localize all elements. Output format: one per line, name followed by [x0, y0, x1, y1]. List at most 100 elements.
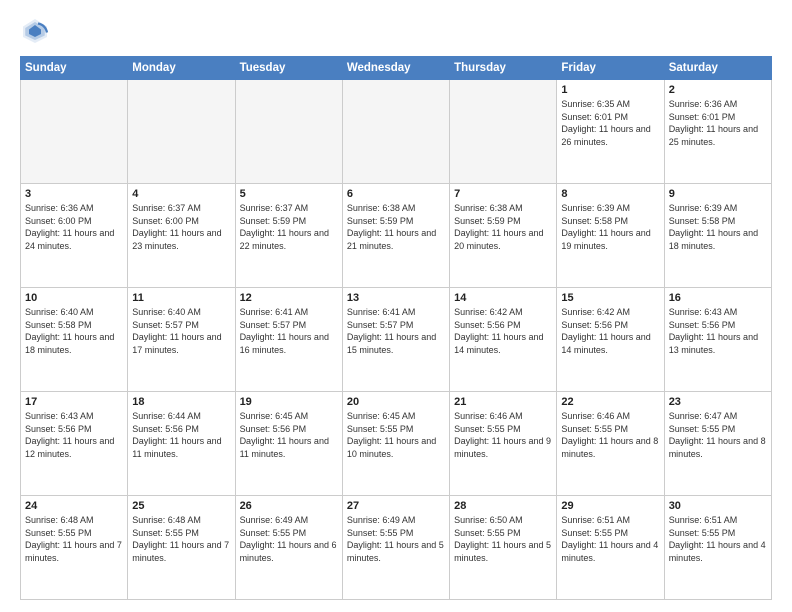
- calendar-day-cell: 24 Sunrise: 6:48 AM Sunset: 5:55 PM Dayli…: [21, 496, 128, 600]
- day-number: 19: [240, 396, 338, 408]
- day-number: 12: [240, 292, 338, 304]
- day-info: Sunrise: 6:42 AM Sunset: 5:56 PM Dayligh…: [454, 306, 552, 356]
- day-info: Sunrise: 6:43 AM Sunset: 5:56 PM Dayligh…: [669, 306, 767, 356]
- day-number: 22: [561, 396, 659, 408]
- calendar-day-cell: 2 Sunrise: 6:36 AM Sunset: 6:01 PM Daylig…: [664, 80, 771, 184]
- day-number: 10: [25, 292, 123, 304]
- day-info: Sunrise: 6:46 AM Sunset: 5:55 PM Dayligh…: [454, 410, 552, 460]
- logo: [20, 16, 54, 46]
- day-number: 29: [561, 500, 659, 512]
- day-info: Sunrise: 6:51 AM Sunset: 5:55 PM Dayligh…: [669, 514, 767, 564]
- calendar-day-cell: [342, 80, 449, 184]
- day-number: 25: [132, 500, 230, 512]
- calendar-day-cell: 16 Sunrise: 6:43 AM Sunset: 5:56 PM Dayli…: [664, 288, 771, 392]
- day-info: Sunrise: 6:48 AM Sunset: 5:55 PM Dayligh…: [25, 514, 123, 564]
- calendar-week-row: 3 Sunrise: 6:36 AM Sunset: 6:00 PM Daylig…: [21, 184, 772, 288]
- calendar-day-cell: 11 Sunrise: 6:40 AM Sunset: 5:57 PM Dayli…: [128, 288, 235, 392]
- page: SundayMondayTuesdayWednesdayThursdayFrid…: [0, 0, 792, 612]
- calendar-day-cell: 27 Sunrise: 6:49 AM Sunset: 5:55 PM Dayli…: [342, 496, 449, 600]
- calendar-day-cell: 23 Sunrise: 6:47 AM Sunset: 5:55 PM Dayli…: [664, 392, 771, 496]
- calendar-table: SundayMondayTuesdayWednesdayThursdayFrid…: [20, 56, 772, 600]
- day-number: 9: [669, 188, 767, 200]
- day-number: 26: [240, 500, 338, 512]
- day-info: Sunrise: 6:44 AM Sunset: 5:56 PM Dayligh…: [132, 410, 230, 460]
- day-number: 21: [454, 396, 552, 408]
- day-info: Sunrise: 6:51 AM Sunset: 5:55 PM Dayligh…: [561, 514, 659, 564]
- calendar-day-cell: 13 Sunrise: 6:41 AM Sunset: 5:57 PM Dayli…: [342, 288, 449, 392]
- calendar-day-cell: 29 Sunrise: 6:51 AM Sunset: 5:55 PM Dayli…: [557, 496, 664, 600]
- calendar-day-cell: 30 Sunrise: 6:51 AM Sunset: 5:55 PM Dayli…: [664, 496, 771, 600]
- day-number: 6: [347, 188, 445, 200]
- day-number: 3: [25, 188, 123, 200]
- calendar-day-cell: 20 Sunrise: 6:45 AM Sunset: 5:55 PM Dayli…: [342, 392, 449, 496]
- day-number: 7: [454, 188, 552, 200]
- day-of-week-header: Thursday: [450, 57, 557, 80]
- day-number: 17: [25, 396, 123, 408]
- calendar-day-cell: 19Sunrise: 6:45 AM Sunset: 5:56 PM Dayli…: [235, 392, 342, 496]
- header: [20, 16, 772, 46]
- day-number: 18: [132, 396, 230, 408]
- day-number: 1: [561, 84, 659, 96]
- day-info: Sunrise: 6:39 AM Sunset: 5:58 PM Dayligh…: [669, 202, 767, 252]
- calendar-day-cell: [450, 80, 557, 184]
- calendar-day-cell: 26Sunrise: 6:49 AM Sunset: 5:55 PM Dayli…: [235, 496, 342, 600]
- calendar-week-row: 17 Sunrise: 6:43 AM Sunset: 5:56 PM Dayli…: [21, 392, 772, 496]
- day-info: Sunrise: 6:36 AM Sunset: 6:01 PM Dayligh…: [669, 98, 767, 148]
- calendar-day-cell: 15 Sunrise: 6:42 AM Sunset: 5:56 PM Dayli…: [557, 288, 664, 392]
- calendar-day-cell: 4Sunrise: 6:37 AM Sunset: 6:00 PM Daylig…: [128, 184, 235, 288]
- day-number: 2: [669, 84, 767, 96]
- calendar-day-cell: 1 Sunrise: 6:35 AM Sunset: 6:01 PM Daylig…: [557, 80, 664, 184]
- day-number: 20: [347, 396, 445, 408]
- day-info: Sunrise: 6:40 AM Sunset: 5:58 PM Dayligh…: [25, 306, 123, 356]
- day-number: 14: [454, 292, 552, 304]
- calendar-day-cell: [21, 80, 128, 184]
- day-info: Sunrise: 6:45 AM Sunset: 5:55 PM Dayligh…: [347, 410, 445, 460]
- day-info: Sunrise: 6:41 AM Sunset: 5:57 PM Dayligh…: [347, 306, 445, 356]
- day-info: Sunrise: 6:47 AM Sunset: 5:55 PM Dayligh…: [669, 410, 767, 460]
- day-number: 23: [669, 396, 767, 408]
- day-of-week-header: Saturday: [664, 57, 771, 80]
- calendar-day-cell: 10 Sunrise: 6:40 AM Sunset: 5:58 PM Dayli…: [21, 288, 128, 392]
- day-number: 11: [132, 292, 230, 304]
- calendar-day-cell: 22 Sunrise: 6:46 AM Sunset: 5:55 PM Dayli…: [557, 392, 664, 496]
- calendar-day-cell: 9 Sunrise: 6:39 AM Sunset: 5:58 PM Daylig…: [664, 184, 771, 288]
- day-number: 15: [561, 292, 659, 304]
- day-number: 27: [347, 500, 445, 512]
- calendar-day-cell: [235, 80, 342, 184]
- day-info: Sunrise: 6:50 AM Sunset: 5:55 PM Dayligh…: [454, 514, 552, 564]
- day-info: Sunrise: 6:35 AM Sunset: 6:01 PM Dayligh…: [561, 98, 659, 148]
- day-info: Sunrise: 6:38 AM Sunset: 5:59 PM Dayligh…: [454, 202, 552, 252]
- calendar-day-cell: 8Sunrise: 6:39 AM Sunset: 5:58 PM Daylig…: [557, 184, 664, 288]
- logo-icon: [20, 16, 50, 46]
- day-of-week-header: Friday: [557, 57, 664, 80]
- day-info: Sunrise: 6:43 AM Sunset: 5:56 PM Dayligh…: [25, 410, 123, 460]
- calendar-week-row: 10 Sunrise: 6:40 AM Sunset: 5:58 PM Dayli…: [21, 288, 772, 392]
- day-of-week-header: Wednesday: [342, 57, 449, 80]
- day-number: 16: [669, 292, 767, 304]
- day-number: 13: [347, 292, 445, 304]
- day-of-week-header: Monday: [128, 57, 235, 80]
- calendar-day-cell: 6Sunrise: 6:38 AM Sunset: 5:59 PM Daylig…: [342, 184, 449, 288]
- day-number: 5: [240, 188, 338, 200]
- day-info: Sunrise: 6:48 AM Sunset: 5:55 PM Dayligh…: [132, 514, 230, 564]
- day-info: Sunrise: 6:46 AM Sunset: 5:55 PM Dayligh…: [561, 410, 659, 460]
- day-info: Sunrise: 6:39 AM Sunset: 5:58 PM Dayligh…: [561, 202, 659, 252]
- day-info: Sunrise: 6:49 AM Sunset: 5:55 PM Dayligh…: [347, 514, 445, 564]
- calendar-week-row: 24 Sunrise: 6:48 AM Sunset: 5:55 PM Dayli…: [21, 496, 772, 600]
- calendar-day-cell: 12 Sunrise: 6:41 AM Sunset: 5:57 PM Dayli…: [235, 288, 342, 392]
- calendar-day-cell: 5 Sunrise: 6:37 AM Sunset: 5:59 PM Daylig…: [235, 184, 342, 288]
- calendar-day-cell: 3 Sunrise: 6:36 AM Sunset: 6:00 PM Daylig…: [21, 184, 128, 288]
- day-of-week-header: Sunday: [21, 57, 128, 80]
- day-info: Sunrise: 6:40 AM Sunset: 5:57 PM Dayligh…: [132, 306, 230, 356]
- calendar-day-cell: 7 Sunrise: 6:38 AM Sunset: 5:59 PM Daylig…: [450, 184, 557, 288]
- calendar-day-cell: [128, 80, 235, 184]
- calendar-day-cell: 18 Sunrise: 6:44 AM Sunset: 5:56 PM Dayli…: [128, 392, 235, 496]
- day-info: Sunrise: 6:42 AM Sunset: 5:56 PM Dayligh…: [561, 306, 659, 356]
- day-info: Sunrise: 6:41 AM Sunset: 5:57 PM Dayligh…: [240, 306, 338, 356]
- day-info: Sunrise: 6:36 AM Sunset: 6:00 PM Dayligh…: [25, 202, 123, 252]
- calendar-week-row: 1 Sunrise: 6:35 AM Sunset: 6:01 PM Daylig…: [21, 80, 772, 184]
- day-number: 30: [669, 500, 767, 512]
- day-number: 24: [25, 500, 123, 512]
- calendar-day-cell: 25 Sunrise: 6:48 AM Sunset: 5:55 PM Dayli…: [128, 496, 235, 600]
- day-info: Sunrise: 6:37 AM Sunset: 5:59 PM Dayligh…: [240, 202, 338, 252]
